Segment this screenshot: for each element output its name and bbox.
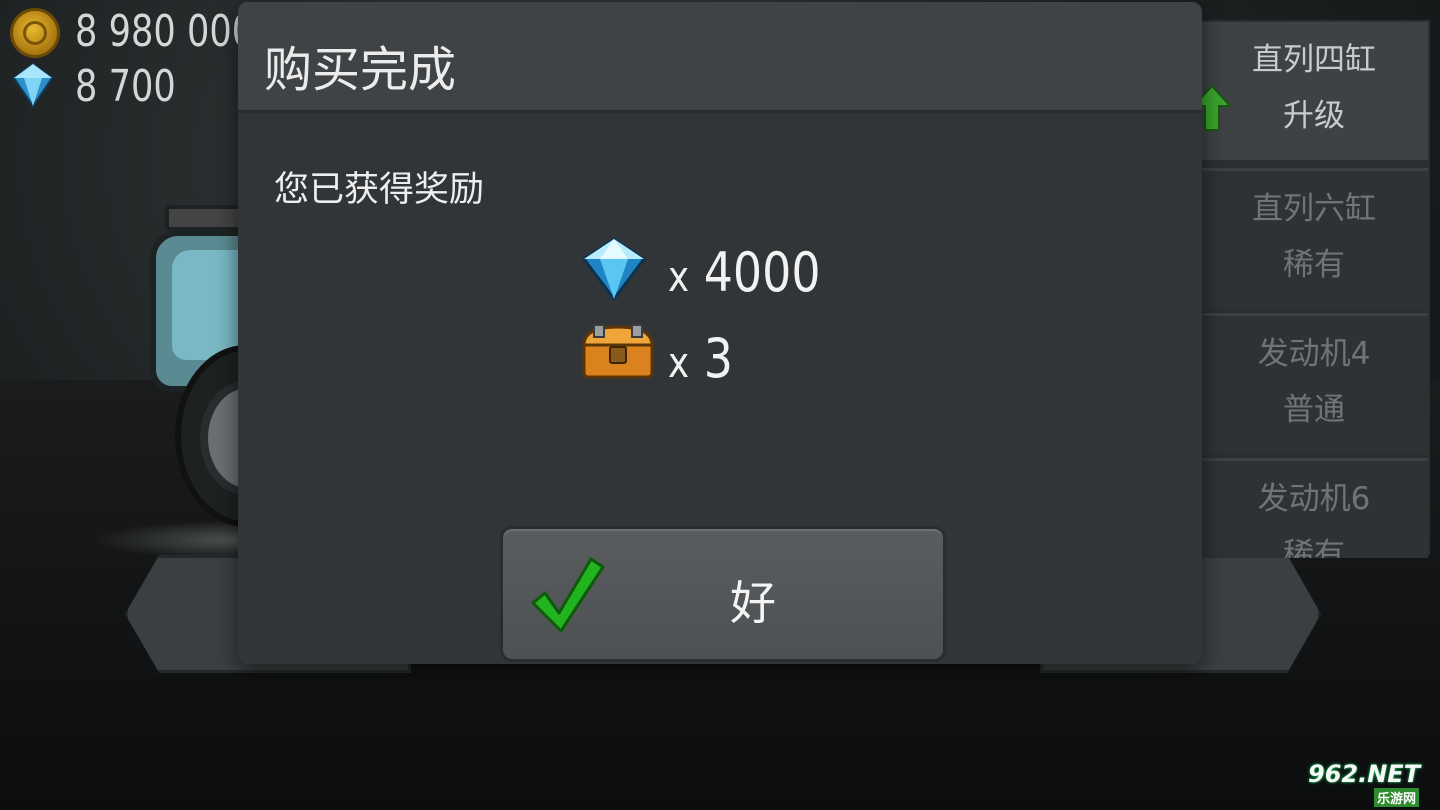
dialog-header: 购买完成 (238, 2, 1202, 113)
dialog-title: 购买完成 (264, 42, 457, 98)
multiplier-sign: x (668, 338, 690, 387)
site-watermark-logo: 962.NET 乐游网 (1300, 760, 1436, 807)
reward-gems-qty: x 4000 (668, 241, 821, 304)
dialog-body: 您已获得奖励 x 4000 x 3 好 (238, 113, 1202, 664)
reward-gems-amount: 4000 (703, 241, 821, 304)
vehicle-roof-rack (165, 205, 248, 231)
diamond-icon (581, 237, 647, 302)
part-item-engine-6[interactable]: 发动机6 稀有 (1200, 458, 1428, 558)
watermark-main: 962.NET (1308, 760, 1421, 788)
coin-balance: 8 980 000 (75, 6, 255, 57)
gem-balance: 8 700 (75, 61, 176, 112)
part-item-engine-4[interactable]: 发动机4 普通 (1200, 313, 1428, 454)
reward-message: 您已获得奖励 (274, 170, 485, 210)
part-item-inline-six[interactable]: 直列六缸 稀有 (1200, 168, 1428, 309)
multiplier-sign: x (668, 252, 690, 301)
part-status: 升级 (1283, 98, 1345, 134)
watermark-sub: 乐游网 (1374, 788, 1420, 807)
part-name: 发动机4 (1257, 336, 1371, 372)
part-name: 直列四缸 (1252, 42, 1376, 78)
treasure-chest-icon (582, 324, 654, 379)
part-rarity: 普通 (1283, 392, 1345, 428)
purchase-complete-dialog: 购买完成 您已获得奖励 x 4000 x 3 好 (238, 2, 1202, 664)
vehicle-window (172, 250, 242, 360)
part-name: 发动机6 (1257, 481, 1371, 517)
reward-chests-amount: 3 (703, 327, 733, 390)
part-rarity: 稀有 (1283, 247, 1345, 283)
part-name: 直列六缸 (1252, 191, 1376, 227)
part-rarity: 稀有 (1283, 537, 1345, 558)
part-item-inline-four[interactable]: 直列四缸 升级 (1192, 22, 1428, 160)
ok-button[interactable]: 好 (500, 526, 946, 662)
coin-icon (10, 8, 60, 58)
gem-icon (12, 62, 54, 108)
ok-button-label: 好 (730, 576, 776, 630)
reward-chests-qty: x 3 (668, 327, 733, 390)
